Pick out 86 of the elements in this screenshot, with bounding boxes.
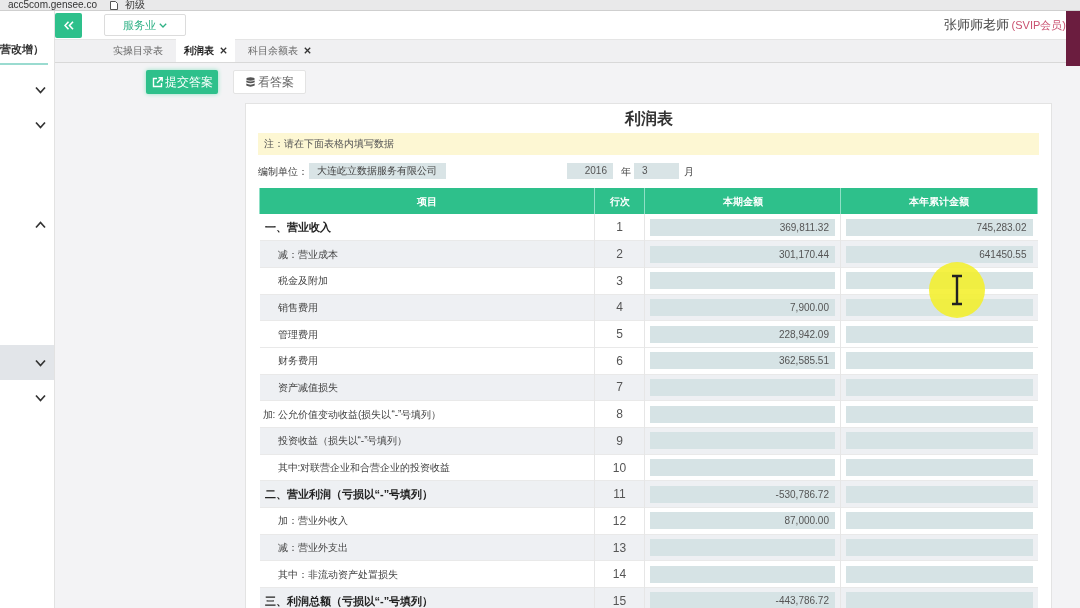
item-cell: 管理费用 — [259, 320, 595, 348]
line-number-cell: 9 — [594, 427, 645, 455]
tab[interactable]: 科目余额表 — [240, 39, 319, 62]
amount-field[interactable]: 7,900.00 — [650, 298, 835, 316]
amount-field[interactable] — [846, 352, 1033, 370]
item-cell: 资产减值损失 — [259, 374, 595, 401]
amount-field[interactable] — [846, 432, 1033, 450]
item-cell: 二、营业利润（亏损以“-”号填列） — [259, 480, 595, 508]
tab[interactable]: 利润表 — [176, 39, 235, 62]
amount-field[interactable]: 228,942.09 — [650, 325, 835, 343]
chevron-down-icon[interactable] — [35, 120, 46, 129]
amount-field[interactable] — [846, 565, 1033, 583]
amount-field[interactable]: 362,585.51 — [650, 352, 835, 370]
view-answer-button[interactable]: 看答案 — [233, 70, 306, 94]
line-number-cell: 5 — [594, 320, 645, 348]
amount-field[interactable]: 301,170.44 — [650, 245, 835, 263]
amount-field[interactable]: 369,811.32 — [650, 218, 835, 236]
sidebar-title: 营改增） — [0, 42, 45, 57]
amount-field[interactable]: -443,786.72 — [650, 592, 835, 608]
amount-field[interactable] — [650, 459, 835, 477]
item-cell: 投资收益（损失以“-”号填列） — [259, 427, 595, 455]
year-field[interactable]: 2016 — [567, 163, 613, 179]
line-number-cell: 4 — [594, 294, 645, 321]
amount-field[interactable] — [846, 485, 1033, 503]
line-number-cell: 2 — [594, 240, 645, 268]
amount-field[interactable] — [846, 378, 1033, 396]
month-label: 月 — [684, 164, 694, 179]
tab[interactable]: 实操目录表 — [105, 39, 171, 62]
photo-placeholder — [1066, 11, 1080, 66]
membership-label: (SVIP会员) — [1011, 17, 1066, 33]
chevron-down-icon[interactable] — [35, 85, 46, 94]
line-number-cell: 11 — [594, 480, 645, 508]
item-cell: 加: 公允价值变动收益(损失以“-”号填列） — [259, 400, 595, 428]
amount-field[interactable] — [846, 405, 1033, 423]
year-label: 年 — [621, 164, 631, 179]
line-number-cell: 1 — [594, 214, 645, 241]
item-cell: 减：营业外支出 — [259, 534, 595, 561]
line-number-cell: 12 — [594, 507, 645, 535]
company-label: 编制单位： — [258, 164, 308, 179]
amount-field[interactable] — [846, 325, 1033, 343]
line-number-cell: 13 — [594, 534, 645, 561]
amount-field[interactable] — [650, 565, 835, 583]
amount-field[interactable] — [846, 512, 1033, 530]
amount-field[interactable] — [650, 405, 835, 423]
item-cell: 加：营业外收入 — [259, 507, 595, 535]
item-cell: 三、利润总额（亏损以“-”号填列） — [259, 587, 595, 608]
amount-field[interactable] — [650, 272, 835, 290]
amount-field[interactable]: -530,786.72 — [650, 485, 835, 503]
chevron-down-icon[interactable] — [35, 358, 46, 367]
line-number-cell: 15 — [594, 587, 645, 608]
external-link-icon — [151, 76, 163, 88]
item-cell: 减：营业成本 — [259, 240, 595, 268]
company-field[interactable]: 大连屹立数据服务有限公司 — [309, 163, 446, 179]
collapse-sidebar-button[interactable] — [55, 12, 82, 38]
amount-field[interactable]: 87,000.00 — [650, 512, 835, 530]
line-number-cell: 8 — [594, 400, 645, 428]
amount-field[interactable] — [846, 539, 1033, 557]
amount-field[interactable] — [846, 592, 1033, 608]
item-cell: 财务费用 — [259, 347, 595, 375]
database-icon — [245, 76, 255, 88]
amount-field[interactable]: 641450.55 — [846, 245, 1033, 263]
chevron-down-icon[interactable] — [35, 393, 46, 402]
note-banner: 注：请在下面表格内填写数据 — [258, 133, 1039, 155]
amount-field[interactable] — [846, 459, 1033, 477]
item-cell: 销售费用 — [259, 294, 595, 321]
amount-field[interactable] — [650, 539, 835, 557]
month-field[interactable]: 3 — [634, 163, 679, 179]
amount-field[interactable] — [650, 378, 835, 396]
close-icon[interactable] — [220, 47, 227, 54]
amount-field[interactable] — [650, 432, 835, 450]
line-number-cell: 3 — [594, 267, 645, 295]
report-title: 利润表 — [623, 109, 674, 129]
user-name: 张师师老师 — [943, 16, 1009, 35]
line-number-cell: 6 — [594, 347, 645, 375]
item-cell: 其中:对联营企业和合营企业的投资收益 — [259, 454, 595, 481]
address-text: acc5com.gensee.co — [8, 0, 97, 10]
double-chevron-left-icon — [63, 20, 74, 30]
bookmark-text[interactable]: 初级 — [124, 0, 145, 10]
line-number-cell: 14 — [594, 560, 645, 588]
item-cell: 其中：非流动资产处置损失 — [259, 560, 595, 588]
close-icon[interactable] — [304, 47, 311, 54]
amount-field[interactable]: 745,283.02 — [846, 218, 1033, 236]
line-number-cell: 7 — [594, 374, 645, 401]
chevron-up-icon[interactable] — [35, 220, 46, 229]
chevron-down-icon — [159, 22, 167, 28]
line-number-cell: 10 — [594, 454, 645, 481]
